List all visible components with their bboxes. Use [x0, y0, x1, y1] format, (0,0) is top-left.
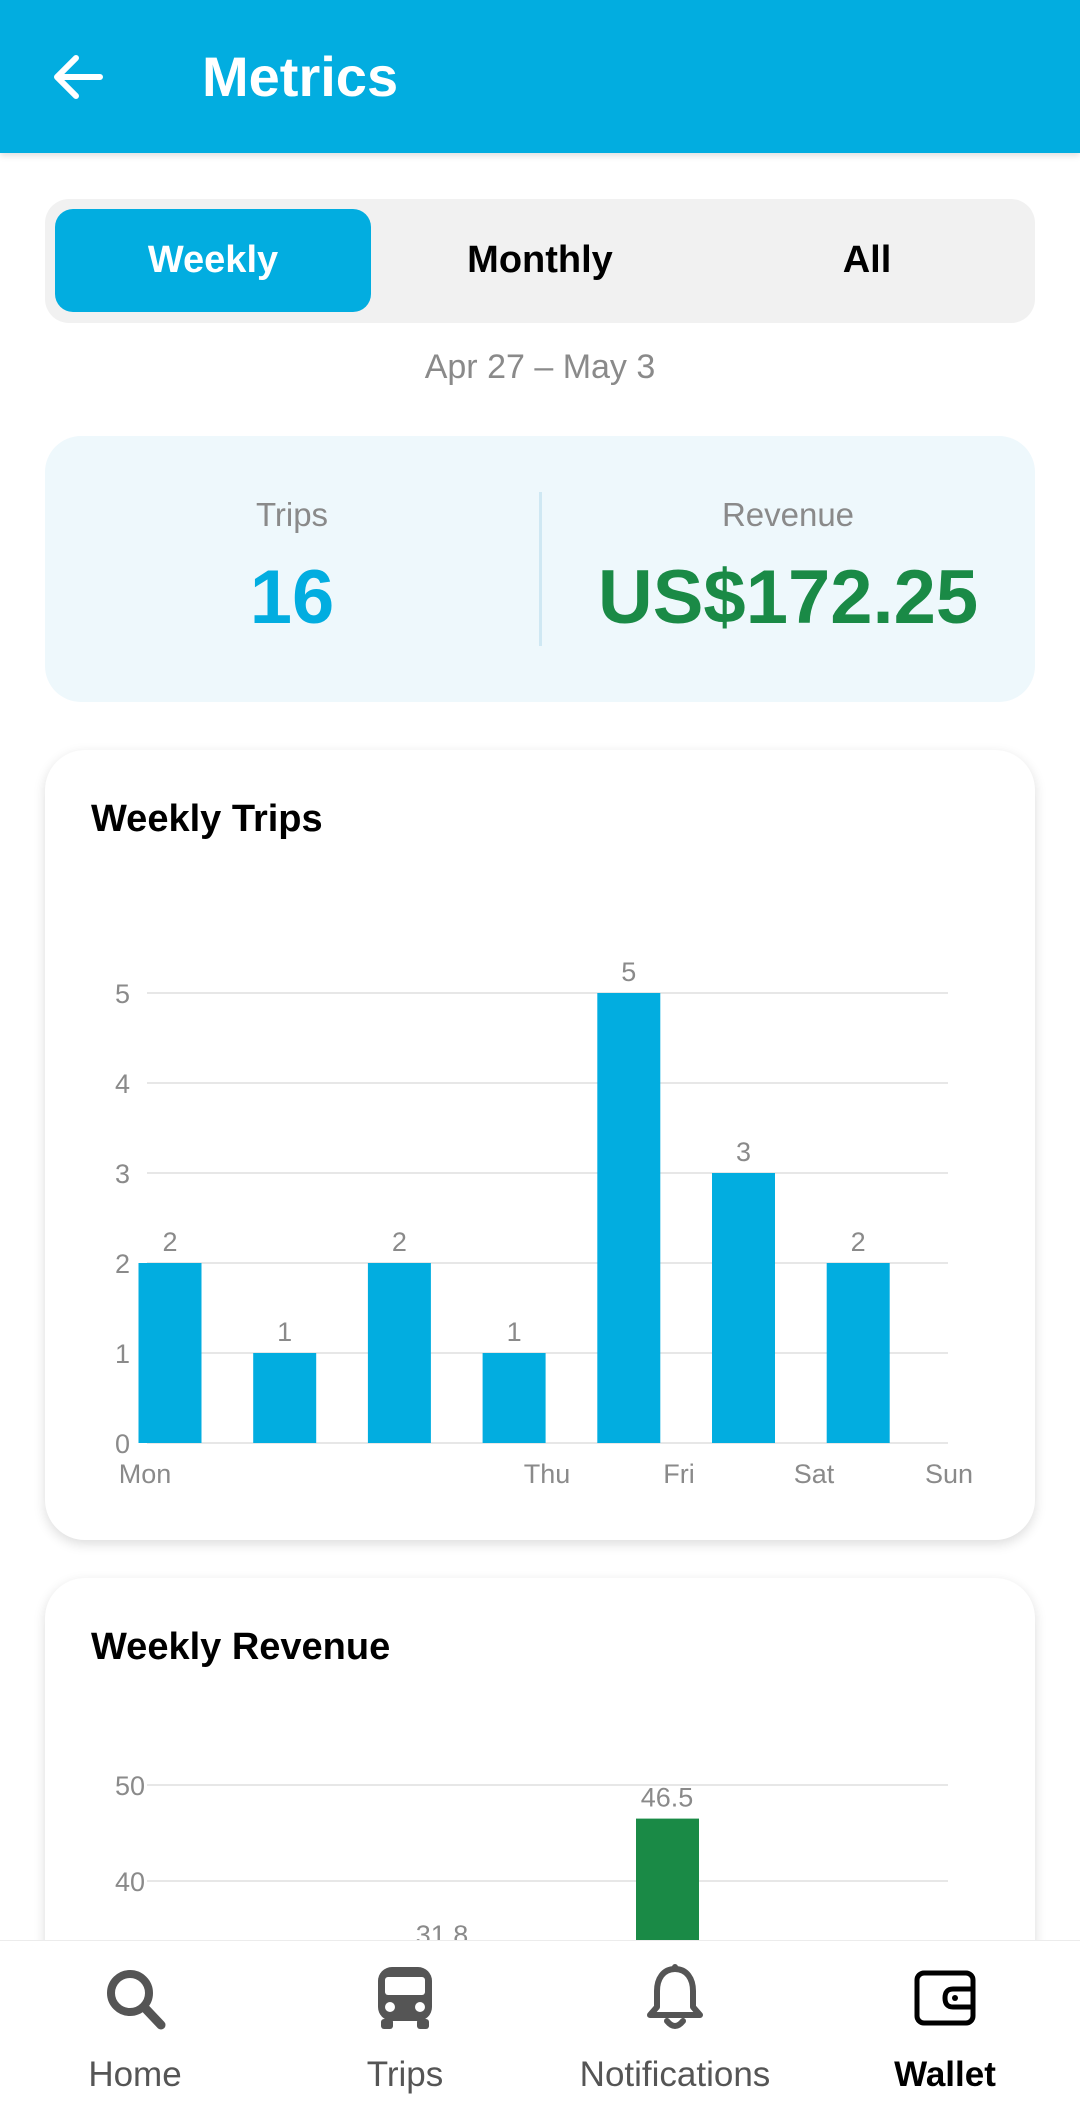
back-button[interactable] [40, 38, 118, 116]
bar-value-label: 46.5 [641, 1783, 694, 1813]
trips-value: 16 [249, 555, 335, 640]
y-tick-label: 0 [115, 1429, 130, 1459]
revenue-label: Revenue [721, 496, 855, 533]
nav-wallet-label: Wallet [894, 2055, 996, 2094]
revenue-value: US$172.25 [597, 555, 979, 640]
x-tick-label: Mon [119, 1459, 172, 1489]
x-tick-label: Sun [925, 1459, 973, 1489]
y-tick-label: 2 [115, 1249, 130, 1279]
bar [597, 993, 661, 1443]
nav-notifications-label: Notifications [579, 2055, 771, 2094]
app-bar: Metrics [0, 0, 1080, 153]
bar-value-label: 5 [621, 957, 636, 987]
wallet-icon [914, 1970, 976, 2026]
bar-value-label: 1 [507, 1317, 522, 1347]
x-tick-label: Thu [524, 1459, 571, 1489]
period-selector: Weekly Monthly All [45, 199, 1035, 323]
bar [482, 1353, 546, 1443]
bus-icon [378, 1967, 432, 2029]
tab-weekly[interactable]: Weekly [55, 209, 371, 312]
bar [138, 1263, 202, 1443]
weekly-trips-card: Weekly Trips 0 1 2 3 4 5 2 1 2 1 5 3 2 Mon Thu Fri Sat Su… [45, 750, 1035, 1540]
y-tick-label: 50 [115, 1771, 145, 1801]
summary-card: Trips 16 Revenue US$172.25 [45, 436, 1035, 702]
bar-value-label: 3 [736, 1137, 751, 1167]
y-tick-label: 40 [115, 1867, 145, 1897]
nav-wallet[interactable]: Wallet [810, 1941, 1080, 2111]
x-tick-label: Sat [794, 1459, 835, 1489]
tab-all[interactable]: All [709, 209, 1025, 312]
trips-label: Trips [255, 496, 329, 533]
weekly-trips-chart: 0 1 2 3 4 5 2 1 2 1 5 3 2 Mon Thu Fri Sat Sun [115, 957, 973, 1489]
bell-icon [647, 1964, 703, 2029]
bar-value-label: 1 [277, 1317, 292, 1347]
bar-value-label: 2 [392, 1227, 407, 1257]
x-tick-label: Fri [663, 1459, 694, 1489]
y-tick-label: 3 [115, 1159, 130, 1189]
nav-trips[interactable]: Trips [270, 1941, 540, 2111]
bottom-navigation: Home Trips Notifications Wallet [0, 1940, 1080, 2111]
revenue-summary: Revenue US$172.25 [541, 436, 1035, 702]
page-title: Metrics [202, 45, 399, 108]
trips-summary: Trips 16 [45, 436, 539, 702]
arrow-left-icon [54, 55, 103, 99]
bar-value-label: 2 [162, 1227, 177, 1257]
bar [712, 1173, 775, 1443]
date-range: Apr 27 – May 3 [424, 348, 656, 386]
nav-home[interactable]: Home [0, 1941, 270, 2111]
nav-trips-label: Trips [366, 2055, 444, 2094]
y-tick-label: 5 [115, 979, 130, 1009]
y-tick-label: 4 [115, 1069, 130, 1099]
bar [826, 1263, 890, 1443]
search-icon [107, 1970, 166, 2030]
bar-value-label: 2 [851, 1227, 866, 1257]
tab-monthly[interactable]: Monthly [382, 209, 698, 312]
bar [367, 1263, 431, 1443]
bar [253, 1353, 317, 1443]
y-tick-label: 1 [115, 1339, 130, 1369]
nav-notifications[interactable]: Notifications [540, 1941, 810, 2111]
nav-home-label: Home [88, 2055, 182, 2094]
